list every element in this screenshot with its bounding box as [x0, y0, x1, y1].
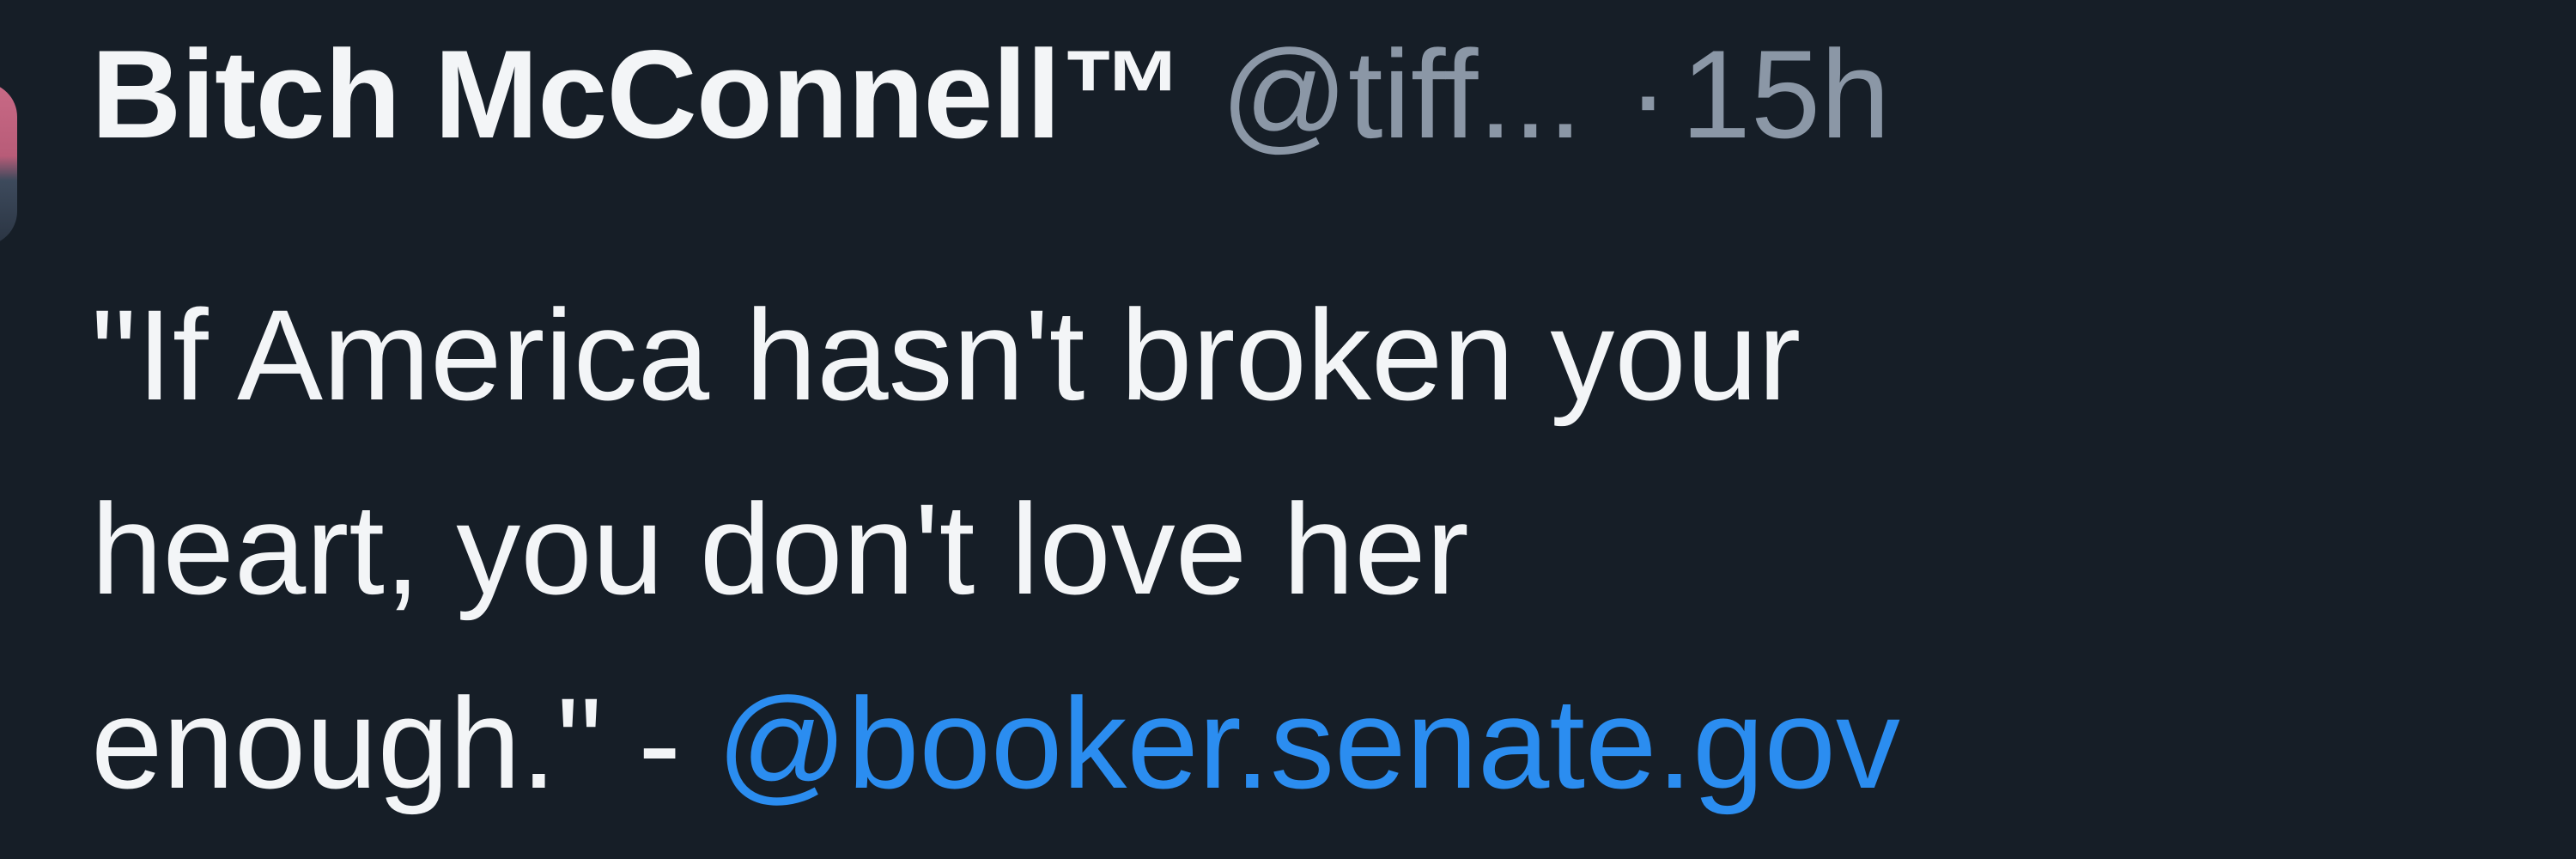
post-header: Bitch McConnell™ @tiff... · 15h — [91, 17, 1890, 172]
post-text-fragment: enough." - — [91, 671, 717, 815]
avatar[interactable] — [0, 82, 17, 246]
separator-dot: · — [1627, 24, 1669, 164]
user-handle[interactable]: @tiff... — [1221, 22, 1583, 167]
mention-link[interactable]: @booker.senate.gov — [717, 671, 1900, 815]
post-text: "If America hasn't broken your heart, yo… — [91, 258, 2547, 840]
display-name[interactable]: Bitch McConnell™ — [91, 22, 1186, 167]
post-text-line: enough." - @booker.senate.gov — [91, 646, 2547, 840]
post-card: Bitch McConnell™ @tiff... · 15h "If Amer… — [0, 0, 2576, 859]
timestamp[interactable]: 15h — [1681, 22, 1891, 167]
post-text-line: heart, you don't love her — [91, 477, 1469, 621]
post-text-line: "If America hasn't broken your — [91, 283, 1801, 427]
